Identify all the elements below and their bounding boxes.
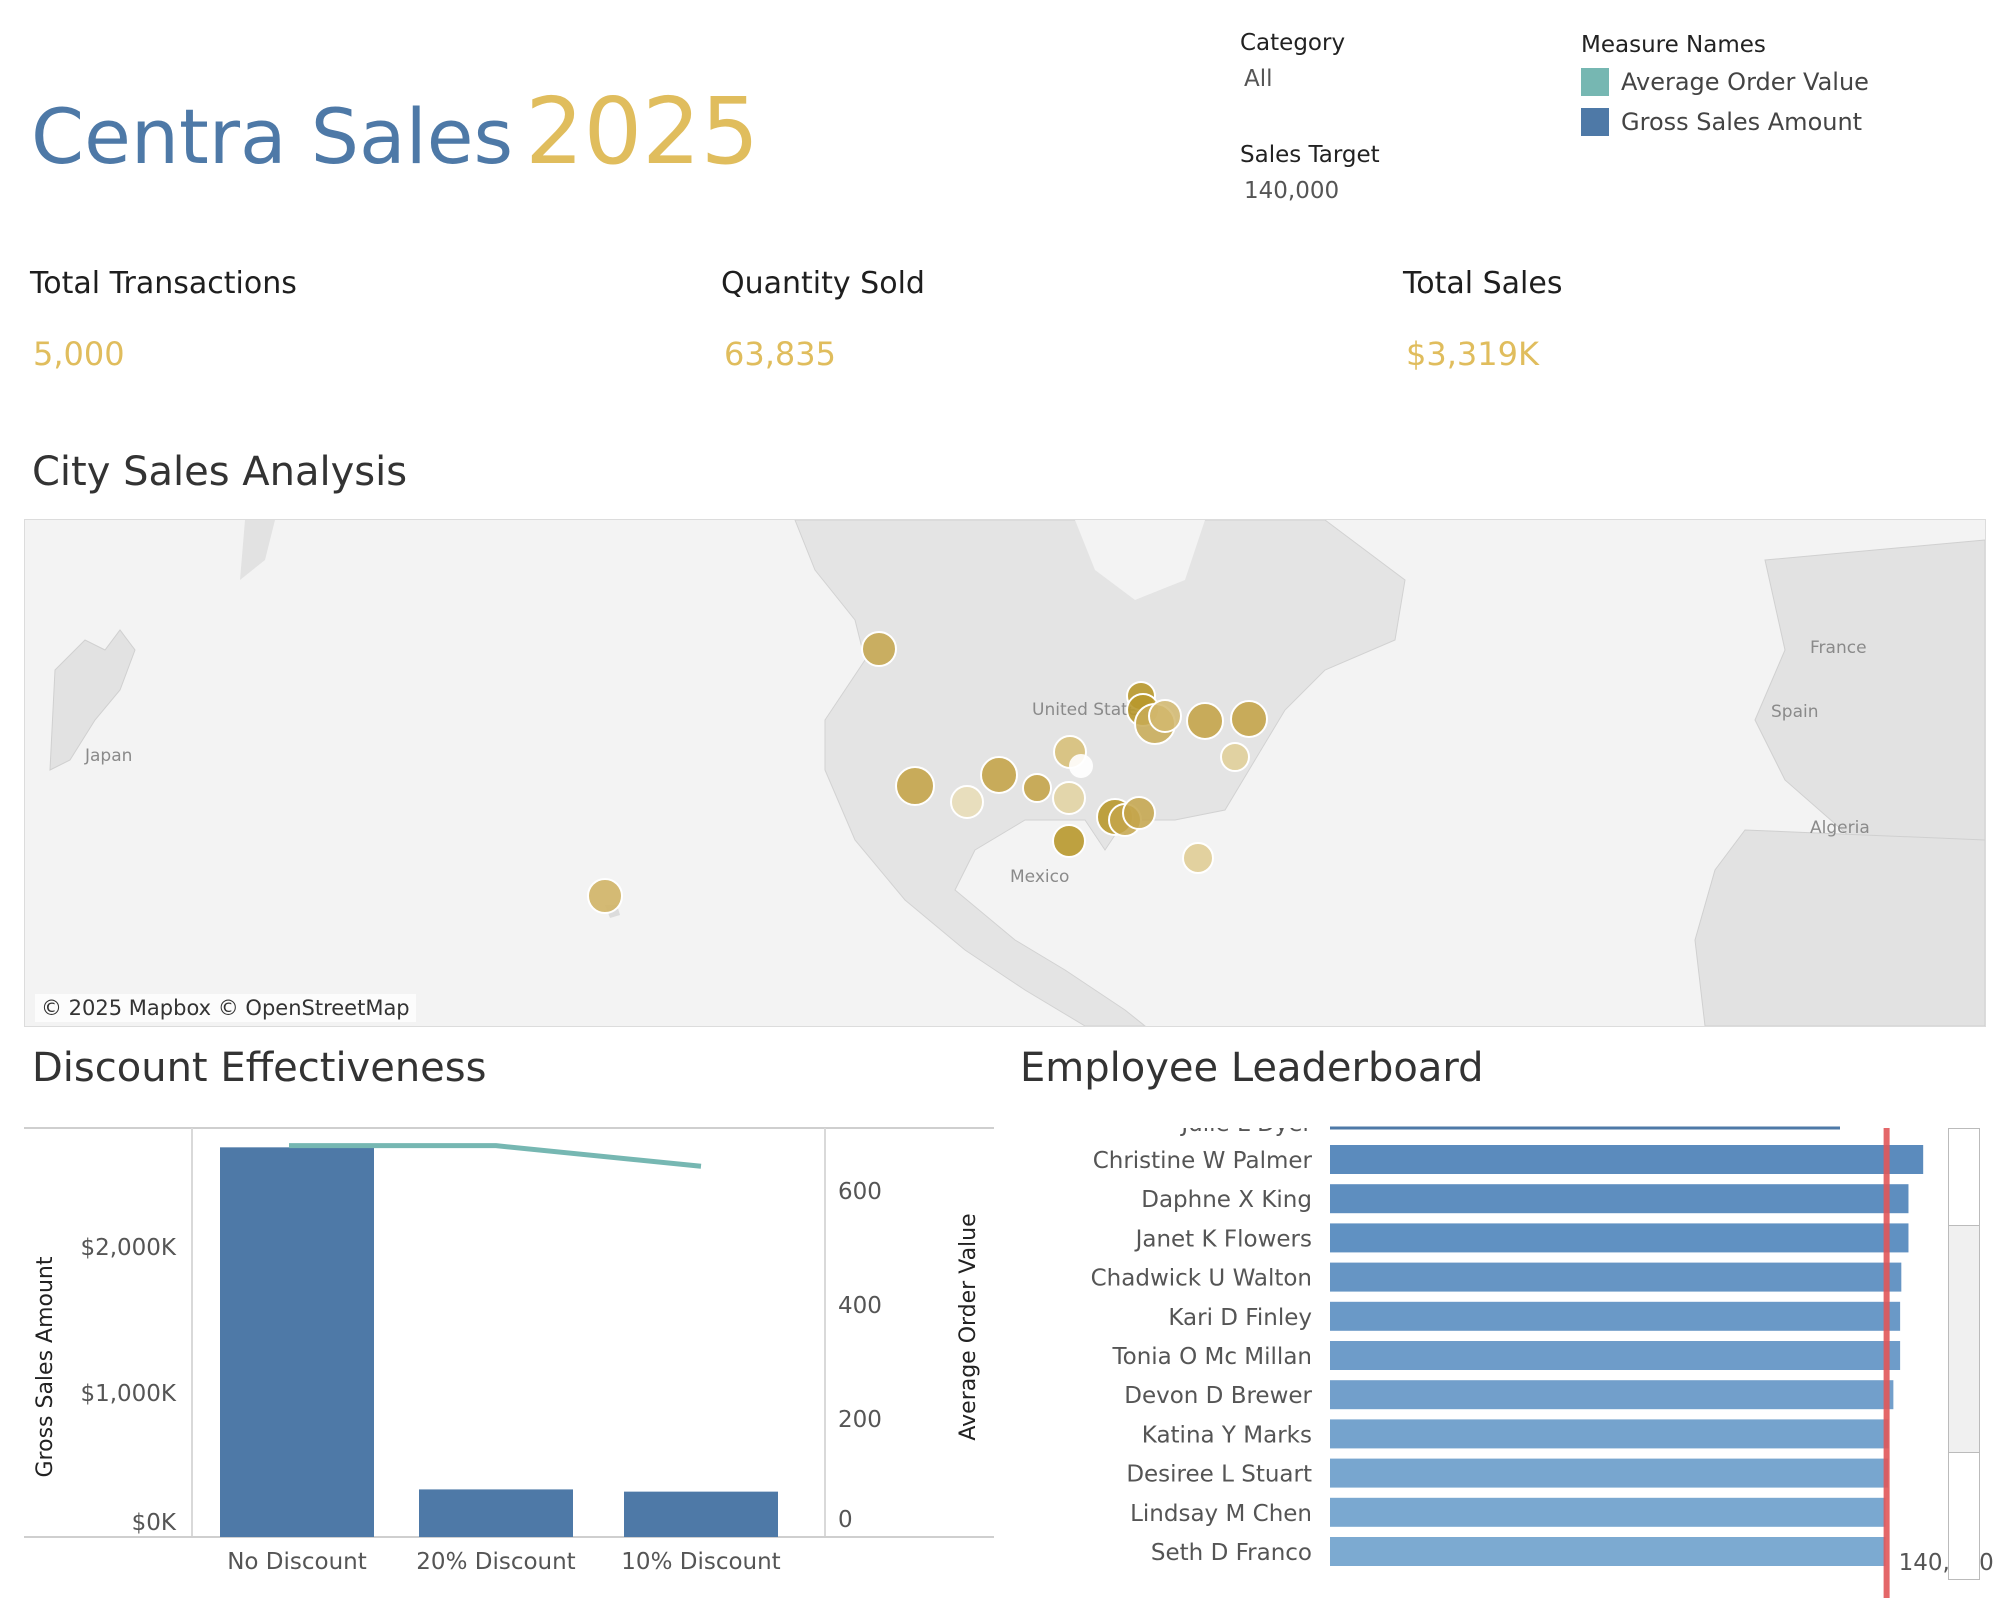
city-bubble[interactable] bbox=[1186, 702, 1224, 740]
employee-bar[interactable] bbox=[1330, 1145, 1924, 1174]
y-right-tick: 400 bbox=[838, 1293, 882, 1319]
map-section-title: City Sales Analysis bbox=[32, 449, 408, 495]
employee-name: Katina Y Marks bbox=[1142, 1422, 1312, 1448]
scrollbar-thumb[interactable] bbox=[1949, 1225, 1979, 1453]
city-bubble[interactable] bbox=[980, 756, 1018, 794]
map-attribution[interactable]: © 2025 Mapbox © OpenStreetMap bbox=[35, 994, 416, 1022]
kpi-total-transactions: Total Transactions 5,000 bbox=[30, 266, 297, 373]
city-bubble[interactable] bbox=[1148, 699, 1182, 733]
city-bubble[interactable] bbox=[1022, 773, 1052, 803]
x-tick-label: 10% Discount bbox=[621, 1549, 780, 1575]
x-tick-label: 20% Discount bbox=[416, 1549, 575, 1575]
map-label-japan: Japan bbox=[84, 746, 132, 766]
employee-bar[interactable] bbox=[1330, 1341, 1901, 1370]
employee-bar[interactable] bbox=[1330, 1458, 1889, 1488]
legend-label-aov: Average Order Value bbox=[1621, 68, 1869, 96]
legend-title: Measure Names bbox=[1581, 32, 1766, 58]
city-bubble[interactable] bbox=[861, 631, 897, 667]
employee-name: Seth D Franco bbox=[1151, 1540, 1312, 1566]
title-main: Centra Sales bbox=[31, 92, 514, 181]
category-filter-label: Category bbox=[1240, 30, 1346, 56]
employee-leaderboard-chart[interactable]: Julie L Dyer Christine W PalmerDaphne X … bbox=[1000, 1100, 1998, 1598]
employee-name: Kari D Finley bbox=[1168, 1305, 1312, 1331]
map-label-france: France bbox=[1810, 638, 1867, 658]
landmass-africa bbox=[1694, 829, 1985, 1026]
y-right-axis-label: Average Order Value bbox=[956, 1213, 981, 1440]
city-bubble[interactable] bbox=[1052, 781, 1086, 815]
discount-bar[interactable] bbox=[624, 1491, 778, 1537]
map-label-algeria: Algeria bbox=[1810, 818, 1870, 838]
y-left-tick: $0K bbox=[132, 1510, 177, 1536]
category-filter-value[interactable]: All bbox=[1244, 66, 1345, 92]
city-bubble[interactable] bbox=[1052, 824, 1086, 858]
title-year: 2025 bbox=[525, 78, 760, 185]
employee-name: Desiree L Stuart bbox=[1126, 1462, 1312, 1488]
employee-bar[interactable] bbox=[1330, 1262, 1902, 1292]
employee-bar[interactable] bbox=[1330, 1419, 1889, 1449]
kpi-value: 63,835 bbox=[724, 335, 836, 373]
employee-name: Daphne X King bbox=[1141, 1187, 1312, 1213]
employee-name: Tonia O Mc Millan bbox=[1112, 1344, 1313, 1370]
kpi-label: Total Transactions bbox=[30, 266, 297, 301]
city-bubble[interactable] bbox=[587, 878, 623, 914]
x-tick-label: No Discount bbox=[227, 1549, 367, 1575]
kpi-quantity-sold: Quantity Sold 63,835 bbox=[721, 266, 925, 373]
kpi-total-sales: Total Sales $3,319K bbox=[1403, 266, 1562, 373]
city-bubble[interactable] bbox=[895, 766, 935, 806]
employee-bar[interactable] bbox=[1330, 1223, 1909, 1253]
discount-bar[interactable] bbox=[220, 1147, 374, 1537]
y-right-tick: 0 bbox=[838, 1507, 853, 1533]
employee-name: Christine W Palmer bbox=[1093, 1148, 1313, 1174]
leaderboard-section-title: Employee Leaderboard bbox=[1020, 1045, 1484, 1091]
employee-name: Chadwick U Walton bbox=[1091, 1266, 1312, 1292]
city-bubble[interactable] bbox=[1230, 700, 1268, 738]
employee-name: Lindsay M Chen bbox=[1130, 1501, 1312, 1527]
employee-name: Devon D Brewer bbox=[1124, 1383, 1312, 1409]
map-label-mexico: Mexico bbox=[1010, 867, 1069, 887]
leaderboard-viewport[interactable]: Julie L Dyer Christine W PalmerDaphne X … bbox=[1000, 1100, 1998, 1598]
sales-target-value[interactable]: 140,000 bbox=[1244, 178, 1380, 204]
legend-swatch-gross bbox=[1581, 108, 1609, 136]
leaderboard-scrollbar[interactable] bbox=[1948, 1128, 1980, 1580]
y-left-tick: $2,000K bbox=[80, 1235, 176, 1261]
city-bubble[interactable] bbox=[1220, 742, 1250, 772]
kpi-label: Total Sales bbox=[1403, 266, 1563, 301]
dashboard-title: Centra Sales 2025 bbox=[31, 78, 759, 185]
sales-target-label: Sales Target bbox=[1240, 142, 1380, 168]
category-filter[interactable]: Category All bbox=[1240, 30, 1345, 92]
legend-label-gross: Gross Sales Amount bbox=[1621, 108, 1863, 136]
employee-name: Janet K Flowers bbox=[1134, 1226, 1312, 1252]
discount-section-title: Discount Effectiveness bbox=[32, 1045, 487, 1091]
city-bubble[interactable] bbox=[1069, 754, 1093, 778]
clip-mask bbox=[1000, 1100, 1998, 1128]
legend-swatch-aov bbox=[1581, 68, 1609, 96]
city-sales-map[interactable]: Japan United States Mexico France Spain … bbox=[24, 519, 1986, 1027]
kpi-value: $3,319K bbox=[1406, 335, 1539, 373]
y-right-tick: 600 bbox=[838, 1179, 882, 1205]
kpi-value: 5,000 bbox=[33, 335, 125, 373]
y-right-tick: 200 bbox=[838, 1407, 882, 1433]
sales-target-parameter[interactable]: Sales Target 140,000 bbox=[1240, 142, 1380, 204]
map-label-spain: Spain bbox=[1771, 702, 1819, 722]
discount-effectiveness-chart[interactable]: $2,000K $1,000K $0K 600 400 200 0 Gross … bbox=[0, 1095, 1000, 1595]
y-left-tick: $1,000K bbox=[80, 1381, 176, 1407]
legend-item-average-order-value[interactable]: Average Order Value bbox=[1581, 62, 1869, 102]
city-bubble[interactable] bbox=[950, 785, 984, 819]
city-bubble[interactable] bbox=[1122, 796, 1156, 830]
map-canvas[interactable]: Japan United States Mexico France Spain … bbox=[25, 520, 1985, 1026]
kpi-label: Quantity Sold bbox=[721, 266, 925, 301]
legend-item-gross-sales[interactable]: Gross Sales Amount bbox=[1581, 102, 1869, 142]
employee-bar[interactable] bbox=[1330, 1497, 1886, 1527]
employee-bar[interactable] bbox=[1330, 1537, 1886, 1566]
employee-bar[interactable] bbox=[1330, 1184, 1909, 1214]
y-left-axis-label: Gross Sales Amount bbox=[33, 1256, 58, 1477]
employee-bar[interactable] bbox=[1330, 1380, 1894, 1410]
city-bubble[interactable] bbox=[1182, 842, 1214, 874]
employee-bar[interactable] bbox=[1330, 1301, 1901, 1331]
measure-legend: Measure Names Average Order Value Gross … bbox=[1581, 32, 1869, 142]
discount-bar[interactable] bbox=[419, 1489, 573, 1537]
